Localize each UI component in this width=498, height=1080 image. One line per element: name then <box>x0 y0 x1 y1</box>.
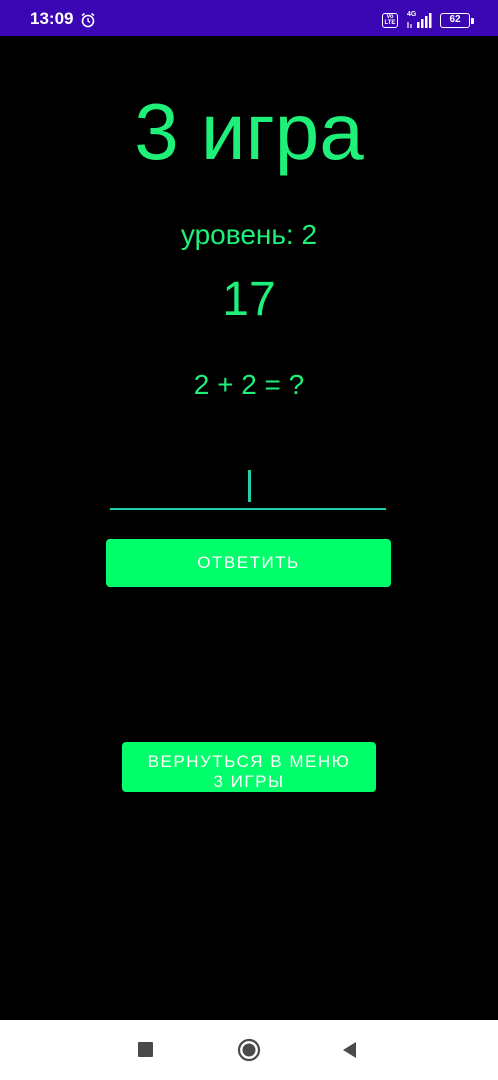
score-value: 17 <box>222 273 276 326</box>
back-to-menu-button[interactable]: ВЕРНУТЬСЯ В МЕНЮ 3 ИГРЫ <box>122 742 376 792</box>
menu-button-label-line1: ВЕРНУТЬСЯ В МЕНЮ <box>147 751 351 771</box>
battery-level: 62 <box>449 14 461 25</box>
status-bar: 13:09 Vo LTE 4G 62 <box>0 0 498 36</box>
signal-icon <box>407 13 432 28</box>
question-text: 2 + 2 = ? <box>193 369 305 400</box>
level-label: уровень: 2 <box>180 219 318 250</box>
alarm-icon <box>81 12 95 28</box>
menu-button-label-line2: 3 ИГРЫ <box>213 771 285 791</box>
recents-icon[interactable] <box>138 1042 153 1057</box>
home-icon[interactable] <box>237 1038 261 1062</box>
navigation-bar <box>0 1020 498 1080</box>
answer-button[interactable]: ОТВЕТИТЬ <box>106 539 391 587</box>
page-title: 3 игра <box>134 87 364 176</box>
battery-icon: 62 <box>440 13 470 28</box>
battery-tip <box>471 18 474 24</box>
back-icon[interactable] <box>341 1041 359 1059</box>
status-time: 13:09 <box>30 9 74 28</box>
volte-icon: Vo LTE <box>382 13 398 28</box>
text-cursor <box>248 470 251 502</box>
